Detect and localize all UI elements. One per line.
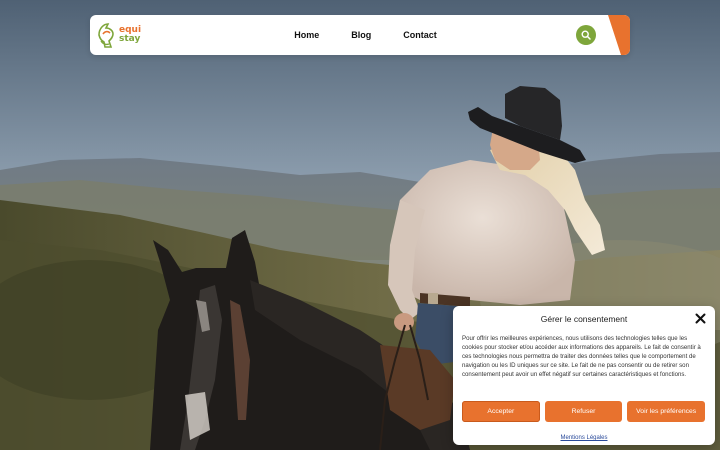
- nav-contact-link[interactable]: Contact: [403, 30, 437, 40]
- site-logo[interactable]: equi stay: [95, 21, 141, 49]
- cookie-consent-dialog: Gérer le consentement Pour offrir les me…: [453, 306, 715, 445]
- horse-logo-icon: [98, 23, 114, 48]
- refuse-button[interactable]: Refuser: [544, 401, 623, 422]
- site-header: equi stay Home Blog Contact: [90, 15, 630, 55]
- consent-title: Gérer le consentement: [540, 314, 628, 324]
- main-nav: Home Blog Contact: [90, 15, 630, 55]
- close-icon[interactable]: [695, 313, 706, 324]
- legal-notice-link[interactable]: Mentions Légales: [560, 435, 607, 441]
- search-button[interactable]: [576, 25, 596, 45]
- page: equi stay Home Blog Contact Gérer le con…: [0, 0, 720, 450]
- nav-blog-link[interactable]: Blog: [351, 30, 371, 40]
- consent-button-row: Accepter Refuser Voir les préférences: [462, 401, 706, 422]
- nav-home-link[interactable]: Home: [294, 30, 319, 40]
- logo-text-line2: stay: [119, 34, 141, 44]
- consent-description: Pour offrir les meilleures expériences, …: [462, 335, 701, 379]
- consent-legal-footer: Mentions Légales: [453, 435, 715, 441]
- search-icon: [581, 30, 591, 40]
- preferences-button[interactable]: Voir les préférences: [627, 401, 706, 422]
- accept-button[interactable]: Accepter: [462, 401, 540, 422]
- header-accent-shape: [608, 15, 630, 55]
